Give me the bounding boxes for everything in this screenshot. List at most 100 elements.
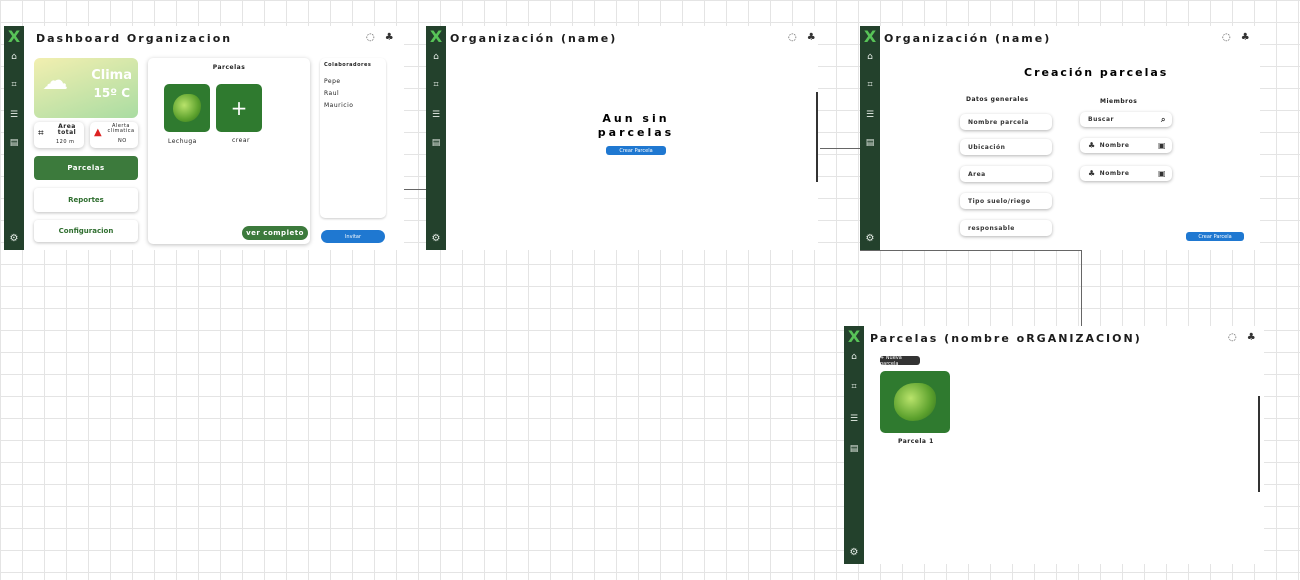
scrollbar[interactable] [1258,396,1260,492]
home-icon[interactable]: ⌂ [867,52,873,62]
user-avatar-icon[interactable]: ♣ [1247,332,1256,343]
parcel-frame-icon[interactable]: ⌗ [851,382,856,392]
bell-icon[interactable]: ◌ [788,32,797,43]
parcel-tile-label: Parcela 1 [898,438,934,445]
parcel-frame-icon[interactable]: ⌗ [867,80,872,90]
gear-icon[interactable]: ⚙ [432,233,441,244]
home-icon[interactable]: ⌂ [433,52,439,62]
cloud-icon: ☁ [42,66,68,96]
alert-label: Alerta climatica [107,123,135,134]
bell-icon[interactable]: ◌ [1228,332,1237,343]
alert-card: ▲ Alerta climatica NO [90,122,138,148]
area-value: 120 m [56,139,75,145]
page-title: Dashboard Organizacion [36,32,233,45]
sidebar: X ⌂ ⌗ ☰ ▤ ⚙ [4,26,24,250]
parcel-tile[interactable] [880,371,950,433]
parcelas-card: Parcelas Lechuga + crear ver completo [148,58,310,244]
plus-icon: + [230,96,248,120]
gear-icon[interactable]: ⚙ [10,233,19,244]
colaborador-name: Pepe [324,78,341,85]
crear-parcela-button[interactable]: Crear Parcela [1186,232,1244,241]
checklist-icon[interactable]: ☰ [10,110,18,120]
area-icon: ⌗ [38,128,44,139]
trash-icon[interactable]: ▣ [1158,141,1166,150]
warning-icon: ▲ [94,127,102,138]
member-name: Nombre [1099,170,1130,177]
ver-completo-button[interactable]: ver completo [242,226,308,240]
checklist-icon[interactable]: ☰ [850,414,858,424]
home-icon[interactable]: ⌂ [11,52,17,62]
member-search-input[interactable]: Buscar ⌕ [1080,112,1172,127]
tipo-suelo-field[interactable]: Tipo suelo/riego [960,193,1052,209]
reportes-nav-button[interactable]: Reportes [34,188,138,212]
empty-state-line2: parcelas [597,126,675,139]
area-label: Area total [57,123,77,136]
sidebar: X ⌂ ⌗ ☰ ▤ ⚙ [844,326,864,564]
parcel-tile-label: Lechuga [168,138,197,145]
app-logo: X [847,327,861,346]
parcelas-nav-button[interactable]: Parcelas [34,156,138,180]
bell-icon[interactable]: ◌ [1222,32,1231,43]
search-icon: ⌕ [1161,114,1166,124]
document-icon[interactable]: ▤ [432,138,441,148]
member-row: ♣ Nombre ▣ [1080,166,1172,181]
page-title: Organización (name) [450,32,618,45]
bell-icon[interactable]: ◌ [366,32,375,43]
home-icon[interactable]: ⌂ [851,352,857,362]
checklist-icon[interactable]: ☰ [432,110,440,120]
empty-state-line1: Aun sin [602,112,670,125]
parcelas-card-title: Parcelas [212,64,246,71]
gear-icon[interactable]: ⚙ [850,547,859,558]
area-card: ⌗ Area total 120 m [34,122,84,148]
sidebar: X ⌂ ⌗ ☰ ▤ ⚙ [860,26,880,250]
area-field[interactable]: Area [960,166,1052,182]
invitar-button[interactable]: Invitar [321,230,385,243]
member-row: ♣ Nombre ▣ [1080,138,1172,153]
search-placeholder: Buscar [1088,116,1114,123]
flow-connector [860,250,1082,330]
colaborador-name: Mauricio [324,102,354,109]
user-avatar-icon[interactable]: ♣ [807,32,816,43]
scrollbar[interactable] [816,92,818,182]
sidebar: X ⌂ ⌗ ☰ ▤ ⚙ [426,26,446,250]
user-avatar-icon[interactable]: ♣ [385,32,394,43]
weather-temp: 15º C [93,86,130,100]
trash-icon[interactable]: ▣ [1158,169,1166,178]
responsable-field[interactable]: responsable [960,220,1052,236]
page-title: Organización (name) [884,32,1052,45]
configuracion-nav-button[interactable]: Configuracion [34,220,138,242]
new-parcel-button[interactable]: + Nueva parcela [880,355,920,367]
checklist-icon[interactable]: ☰ [866,110,874,120]
colaborador-name: Raul [324,90,340,97]
colaboradores-title: Colaboradores [324,62,372,68]
parcels-list-screen: X ⌂ ⌗ ☰ ▤ ⚙ Parcelas (nombre oRGANIZACIO… [844,326,1264,564]
user-avatar-icon[interactable]: ♣ [1241,32,1250,43]
create-tile-label: crear [232,137,250,144]
parcel-frame-icon[interactable]: ⌗ [433,80,438,90]
nombre-parcela-field[interactable]: Nombre parcela [960,114,1052,130]
document-icon[interactable]: ▤ [866,138,875,148]
empty-parcels-screen: X ⌂ ⌗ ☰ ▤ ⚙ Organización (name) ◌ ♣ Aun … [426,26,818,250]
gear-icon[interactable]: ⚙ [866,233,875,244]
weather-label: Clima [91,68,132,83]
weather-card: ☁ Clima 15º C [34,58,138,118]
page-title: Parcelas (nombre oRGANIZACION) [870,332,1142,345]
create-parcel-tile[interactable]: + [216,84,262,132]
app-logo: X [863,27,877,46]
person-icon: ♣ [1088,141,1096,150]
member-name: Nombre [1099,142,1130,149]
colaboradores-panel: Colaboradores Pepe Raul Mauricio [320,58,386,218]
create-parcel-screen: X ⌂ ⌗ ☰ ▤ ⚙ Organización (name) ◌ ♣ Crea… [860,26,1260,250]
parcel-tile-lechuga[interactable] [164,84,210,132]
app-logo: X [429,27,443,46]
crear-parcela-button[interactable]: Crear Parcela [606,146,666,155]
flow-connector [820,148,860,149]
document-icon[interactable]: ▤ [10,138,19,148]
ubicacion-field[interactable]: Ubicación [960,139,1052,155]
alert-value: NO [118,138,127,144]
parcel-frame-icon[interactable]: ⌗ [11,80,16,90]
general-data-label: Datos generales [966,96,1029,103]
app-logo: X [7,27,21,46]
form-heading: Creación parcelas [1024,66,1169,79]
document-icon[interactable]: ▤ [850,444,859,454]
